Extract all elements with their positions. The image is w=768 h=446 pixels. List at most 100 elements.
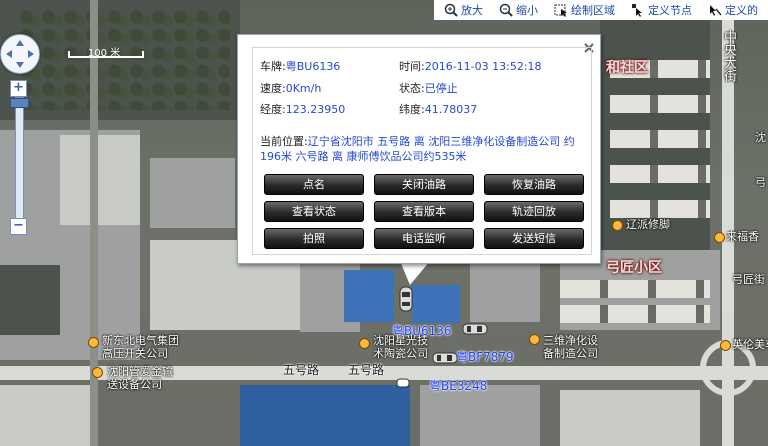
restore-oil-button[interactable]: 恢复油路 bbox=[484, 174, 584, 195]
poi-marker-icon[interactable] bbox=[92, 367, 103, 378]
poi-label: 沈 bbox=[755, 131, 766, 144]
zoom-out-map-button[interactable]: − bbox=[10, 218, 27, 235]
define-node-button[interactable]: 定义节点 bbox=[625, 2, 698, 18]
terrain-block bbox=[610, 130, 710, 148]
terrain-block bbox=[560, 280, 710, 298]
plate-field: 车牌:粤BU6136 bbox=[260, 58, 340, 74]
scale-bar-line bbox=[68, 51, 144, 58]
speed-value: 0Km/h bbox=[285, 82, 322, 95]
street-label: 弓匠街 bbox=[732, 273, 765, 286]
longitude-value: 123.23950 bbox=[285, 103, 346, 116]
zoom-in-icon bbox=[444, 3, 458, 17]
address-label: 当前位置: bbox=[260, 135, 308, 148]
district-label: 弓匠小区 bbox=[606, 260, 662, 276]
zoom-in-map-button[interactable]: + bbox=[10, 80, 27, 97]
poi-label: 来福香 bbox=[726, 230, 759, 243]
poi-label: 术陶瓷公司 bbox=[373, 347, 428, 360]
poi-marker-icon[interactable] bbox=[720, 340, 731, 351]
info-panel: 车牌:粤BU6136 时间:2016-11-03 13:52:18 速度:0Km… bbox=[252, 47, 592, 255]
plate-label: 车牌: bbox=[260, 60, 286, 73]
vehicle-plate-label[interactable]: 粤BU6136 bbox=[392, 322, 452, 339]
zoom-control: + − bbox=[10, 80, 29, 235]
longitude-label: 经度: bbox=[260, 103, 286, 116]
terrain-block bbox=[560, 390, 700, 446]
vehicle-icon[interactable] bbox=[462, 322, 488, 336]
street-label: 中央大街 bbox=[721, 30, 736, 82]
poi-label: 备制造公司 bbox=[543, 347, 598, 360]
poi-label: 送设备公司 bbox=[107, 378, 162, 391]
map-toolbar: 放大 缩小 绘制区域 定义节点 定义的 bbox=[434, 0, 768, 20]
poi-marker-icon[interactable] bbox=[714, 232, 725, 243]
terrain-block bbox=[412, 285, 460, 323]
speed-field: 速度:0Km/h bbox=[260, 80, 321, 96]
view-version-button[interactable]: 查看版本 bbox=[374, 201, 474, 222]
cut-oil-button[interactable]: 关闭油路 bbox=[374, 174, 474, 195]
latitude-value: 41.78037 bbox=[424, 103, 478, 116]
zoom-out-icon bbox=[499, 3, 513, 17]
zoom-slider-handle[interactable] bbox=[10, 98, 29, 108]
popup-pointer bbox=[400, 261, 430, 285]
terrain-block bbox=[0, 385, 90, 446]
time-value: 2016-11-03 13:52:18 bbox=[424, 60, 542, 73]
district-label: 和社区 bbox=[606, 60, 648, 76]
terrain-block bbox=[240, 385, 410, 446]
terrain-block bbox=[610, 165, 710, 183]
phone-monitor-button[interactable]: 电话监听 bbox=[374, 228, 474, 249]
vehicle-info-popup: 车牌:粤BU6136 时间:2016-11-03 13:52:18 速度:0Km… bbox=[237, 34, 601, 264]
vehicle-icon[interactable] bbox=[396, 378, 410, 388]
poi-marker-icon[interactable] bbox=[359, 338, 370, 349]
vehicle-icon[interactable] bbox=[398, 286, 414, 312]
track-playback-button[interactable]: 轨迹回放 bbox=[484, 201, 584, 222]
plate-value: 粤BU6136 bbox=[285, 60, 341, 73]
terrain-block bbox=[60, 135, 140, 225]
zoom-out-button[interactable]: 缩小 bbox=[493, 2, 544, 18]
address-field: 当前位置:辽宁省沈阳市 五号路 离 沈阳三维净化设备制造公司 约196米 六号路… bbox=[260, 134, 590, 164]
road bbox=[90, 0, 98, 446]
define-label: 定义的 bbox=[725, 4, 758, 17]
road-label: 五号路 bbox=[348, 363, 385, 377]
vehicle-plate-label[interactable]: 粤BE3248 bbox=[429, 377, 487, 394]
zoom-out-label: 缩小 bbox=[516, 4, 538, 17]
status-label: 状态: bbox=[399, 82, 425, 95]
poi-label: 三维净化设 bbox=[543, 334, 598, 347]
pan-arrows-icon bbox=[6, 40, 34, 68]
poi-label: 沈阳管爱金输 bbox=[107, 365, 173, 378]
poi-label: 英伦美车会 bbox=[732, 338, 768, 351]
status-value: 已停止 bbox=[424, 82, 458, 95]
time-label: 时间: bbox=[399, 60, 425, 73]
take-photo-button[interactable]: 拍照 bbox=[264, 228, 364, 249]
poi-marker-icon[interactable] bbox=[529, 334, 540, 345]
longitude-field: 经度:123.23950 bbox=[260, 101, 345, 117]
zoom-slider[interactable] bbox=[10, 97, 29, 219]
terrain-block bbox=[610, 95, 710, 113]
terrain-block bbox=[420, 385, 540, 446]
poi-marker-icon[interactable] bbox=[88, 337, 99, 348]
call-name-button[interactable]: 点名 bbox=[264, 174, 364, 195]
define-node-label: 定义节点 bbox=[648, 4, 692, 17]
terrain-block bbox=[0, 265, 60, 335]
terrain-block bbox=[344, 270, 394, 322]
poi-marker-icon[interactable] bbox=[612, 220, 623, 231]
draw-region-button[interactable]: 绘制区域 bbox=[548, 2, 621, 18]
define-icon bbox=[710, 5, 722, 16]
poi-label: 高压开关公司 bbox=[102, 347, 168, 360]
view-status-button[interactable]: 查看状态 bbox=[264, 201, 364, 222]
define-button[interactable]: 定义的 bbox=[702, 2, 764, 18]
zoom-in-button[interactable]: 放大 bbox=[438, 2, 489, 18]
scale-bar: 100 米 bbox=[68, 44, 144, 59]
time-field: 时间:2016-11-03 13:52:18 bbox=[399, 58, 542, 74]
zoom-in-label: 放大 bbox=[461, 4, 483, 17]
road-label: 五号路 bbox=[283, 363, 320, 377]
status-field: 状态:已停止 bbox=[399, 80, 458, 96]
send-sms-button[interactable]: 发送短信 bbox=[484, 228, 584, 249]
terrain-block bbox=[470, 262, 540, 322]
vehicle-plate-label[interactable]: 粤BF7879 bbox=[456, 348, 514, 365]
poi-label: 辽派修脚 bbox=[626, 218, 670, 231]
terrain-block bbox=[150, 158, 235, 228]
pan-control[interactable] bbox=[0, 34, 40, 74]
vehicle-icon[interactable] bbox=[432, 351, 458, 365]
draw-region-label: 绘制区域 bbox=[571, 4, 615, 17]
terrain-block bbox=[610, 200, 710, 218]
latitude-field: 纬度:41.78037 bbox=[399, 101, 477, 117]
terrain-block bbox=[20, 10, 230, 110]
